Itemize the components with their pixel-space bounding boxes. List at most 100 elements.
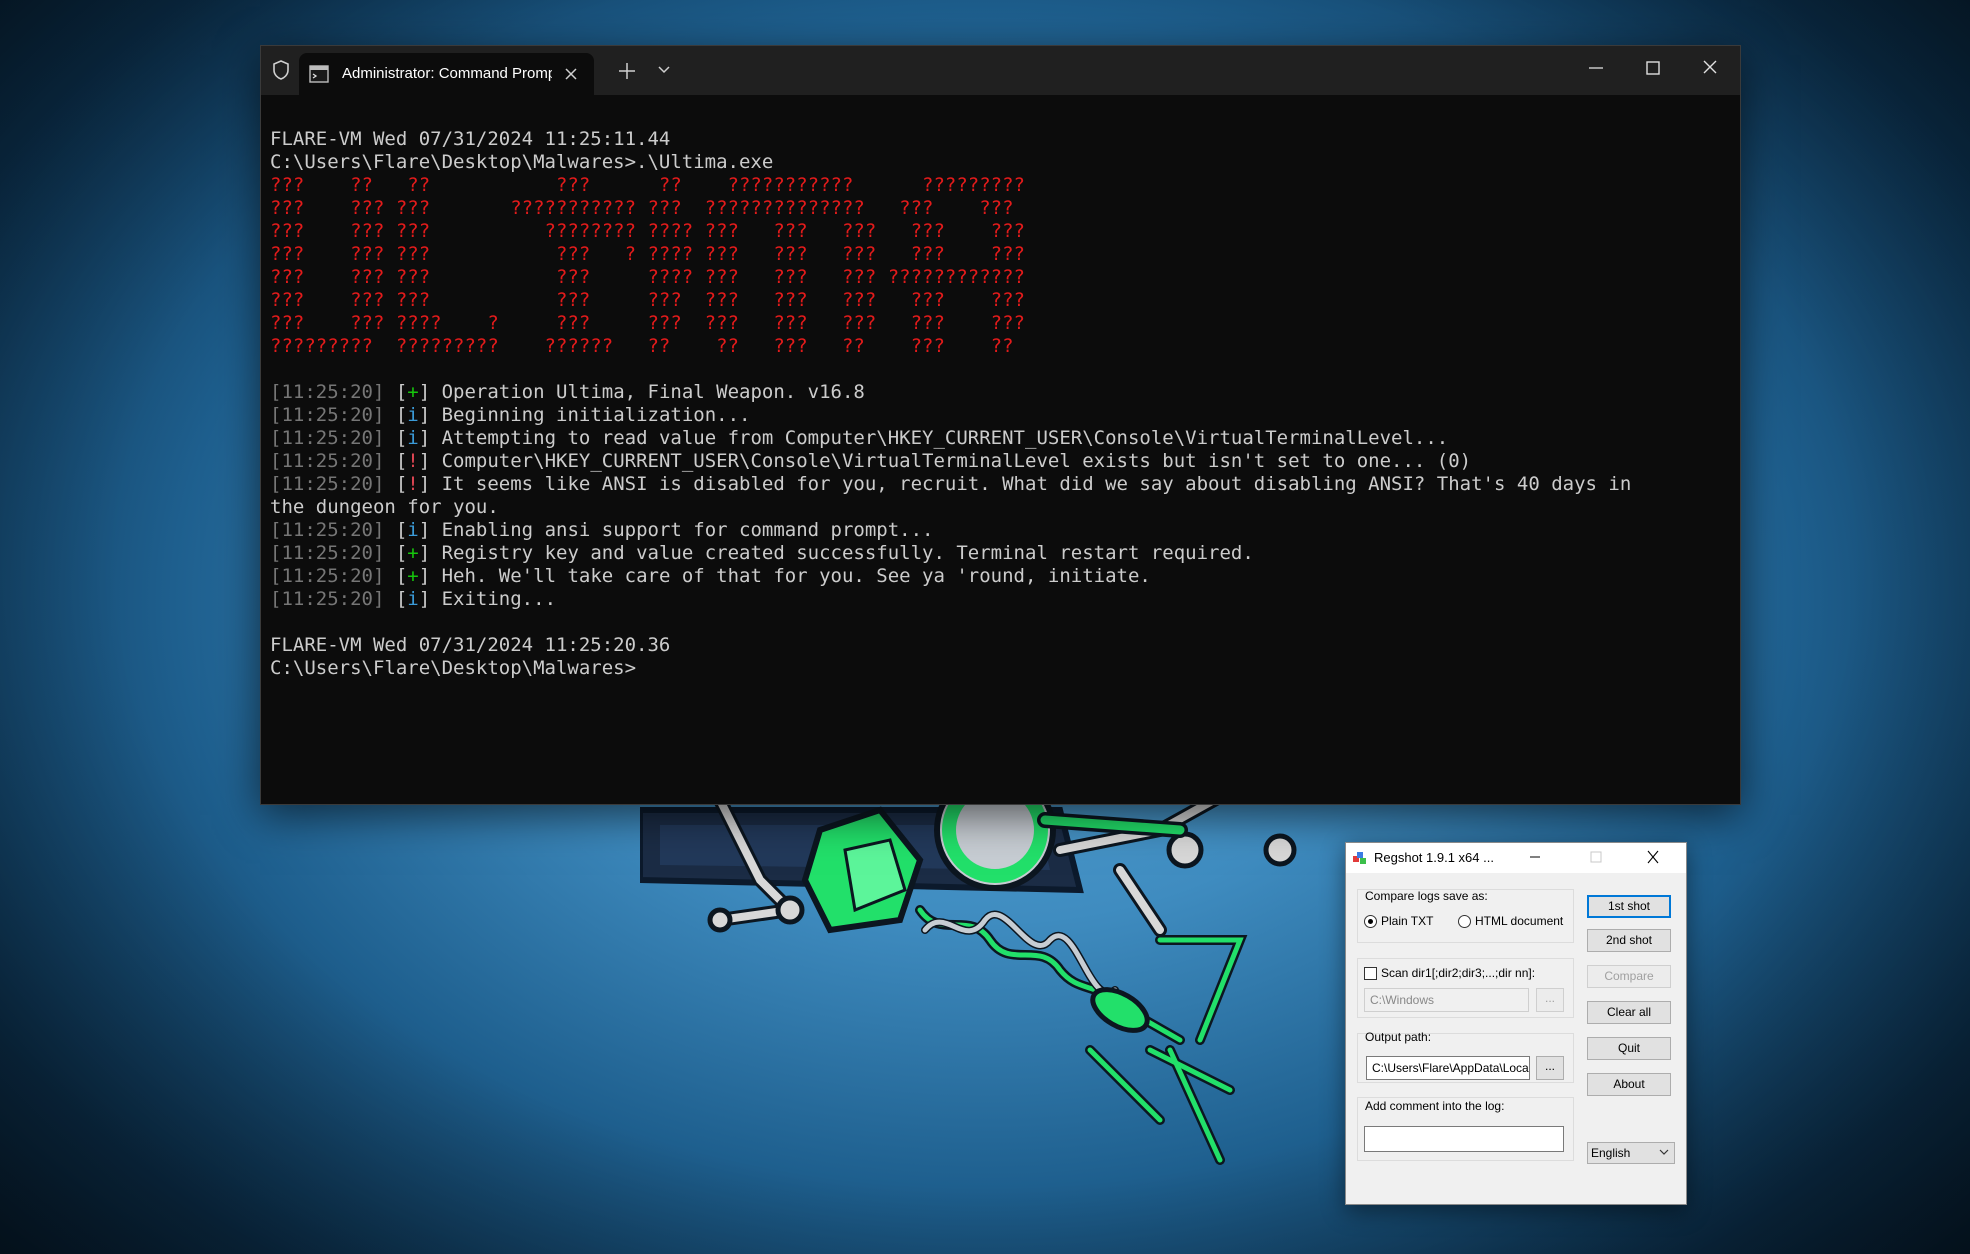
log-timestamp: [11:25:20] [270, 450, 385, 472]
log-tag: i [407, 519, 419, 541]
second-shot-button[interactable]: 2nd shot [1587, 929, 1671, 952]
log-tag: i [407, 588, 419, 610]
terminal-text: [ [384, 519, 408, 541]
close-tab-icon[interactable] [563, 66, 579, 82]
compare-button[interactable]: Compare [1587, 965, 1671, 988]
log-tag: + [407, 565, 419, 587]
terminal-line: [11:25:20] [i] Enabling ansi support for… [270, 519, 1732, 542]
terminal-line: [11:25:20] [i] Beginning initialization.… [270, 404, 1732, 427]
terminal-text: [ [384, 588, 408, 610]
chevron-down-icon [1659, 1149, 1669, 1155]
terminal-text: ] Computer\HKEY_CURRENT_USER\Console\Vir… [418, 450, 1472, 472]
about-button[interactable]: About [1587, 1073, 1671, 1096]
terminal-line: [11:25:20] [+] Operation Ultima, Final W… [270, 381, 1732, 404]
terminal-line: ??? ??? ??? ???????? ???? ??? ??? ??? ??… [270, 220, 1732, 243]
terminal-text: [ [384, 427, 408, 449]
terminal-window[interactable]: Administrator: Command Prompt FLARE-VM W… [260, 45, 1741, 805]
scan-dirs-input[interactable]: C:\Windows [1364, 988, 1529, 1012]
terminal-text: C:\Users\Flare\Desktop\Malwares> [270, 657, 637, 679]
ascii-art-segment: ??? ??? ??? ??????????? ??? ????????????… [270, 197, 1014, 219]
maximize-icon[interactable] [1644, 58, 1662, 78]
output-path-input[interactable]: C:\Users\Flare\AppData\Local\Temp [1366, 1056, 1530, 1080]
log-tag: i [407, 404, 419, 426]
terminal-line: [11:25:20] [i] Exiting... [270, 588, 1732, 611]
comment-input[interactable] [1364, 1126, 1564, 1152]
shield-icon [273, 60, 289, 80]
ascii-art-segment: ??? ??? ??? ??? ??? ??? ??? ??? ??? ??? [270, 289, 1025, 311]
terminal-line: ??? ??? ??? ??????????? ??? ????????????… [270, 197, 1732, 220]
first-shot-button[interactable]: 1st shot [1587, 895, 1671, 918]
chevron-down-icon[interactable] [657, 64, 671, 76]
log-timestamp: [11:25:20] [270, 404, 385, 426]
terminal-text: ] Registry key and value created success… [418, 542, 1254, 564]
terminal-text: ] Exiting... [418, 588, 557, 610]
terminal-line: C:\Users\Flare\Desktop\Malwares> [270, 657, 1732, 680]
ascii-art-segment: ??? ??? ??? ???????? ???? ??? ??? ??? ??… [270, 220, 1025, 242]
radio-html-document[interactable] [1458, 915, 1471, 928]
terminal-text: ] Enabling ansi support for command prom… [418, 519, 934, 541]
output-path-label: Output path: [1365, 1030, 1432, 1044]
compare-logs-label: Compare logs save as: [1365, 889, 1488, 903]
ascii-art-segment: ??? ??? ??? ??? ???? ??? ??? ??? ???????… [270, 266, 1025, 288]
close-icon[interactable] [1646, 849, 1660, 865]
terminal-text: [ [384, 404, 408, 426]
terminal-text: FLARE-VM Wed 07/31/2024 11:25:20.36 [270, 634, 671, 656]
terminal-text: ] Beginning initialization... [418, 404, 751, 426]
terminal-text: ] Operation Ultima, Final Weapon. v16.8 [418, 381, 865, 403]
new-tab-icon[interactable] [617, 61, 637, 81]
minimize-icon[interactable] [1528, 849, 1542, 865]
radio-plain-txt[interactable] [1364, 915, 1377, 928]
ascii-art-segment: ??? ??? ??? ??? ? ???? ??? ??? ??? ??? ?… [270, 243, 1025, 265]
terminal-text: ] Attempting to read value from Computer… [418, 427, 1449, 449]
clear-all-button[interactable]: Clear all [1587, 1001, 1671, 1024]
terminal-line: ??? ??? ???? ? ??? ??? ??? ??? ??? ??? ?… [270, 312, 1732, 335]
log-timestamp: [11:25:20] [270, 519, 385, 541]
terminal-text: C:\Users\Flare\Desktop\Malwares>.\Ultima… [270, 151, 774, 173]
terminal-line: [11:25:20] [!] Computer\HKEY_CURRENT_USE… [270, 450, 1732, 473]
quit-button[interactable]: Quit [1587, 1037, 1671, 1060]
log-tag: ! [407, 473, 419, 495]
language-value: English [1591, 1146, 1631, 1160]
log-timestamp: [11:25:20] [270, 473, 385, 495]
minimize-icon[interactable] [1587, 58, 1605, 78]
terminal-line: FLARE-VM Wed 07/31/2024 11:25:11.44 [270, 128, 1732, 151]
terminal-text: [ [384, 473, 408, 495]
terminal-line: ????????? ????????? ?????? ?? ?? ??? ?? … [270, 335, 1732, 358]
output-path-browse-button[interactable]: ... [1536, 1056, 1564, 1080]
terminal-text: the dungeon for you. [270, 496, 499, 518]
wallpaper-mascot [640, 790, 1297, 1165]
ascii-art-segment: ??? ?? ?? ??? ?? ??????????? ????????? [270, 174, 1025, 196]
terminal-output[interactable]: FLARE-VM Wed 07/31/2024 11:25:11.44 C:\Us… [270, 128, 1732, 794]
close-icon[interactable] [1701, 58, 1719, 78]
language-select[interactable]: English [1587, 1142, 1675, 1164]
regshot-app-icon [1353, 852, 1366, 864]
terminal-line: ??? ??? ??? ??? ??? ??? ??? ??? ??? ??? [270, 289, 1732, 312]
terminal-line: [11:25:20] [!] It seems like ANSI is dis… [270, 473, 1732, 496]
terminal-text: [ [384, 381, 408, 403]
terminal-text: FLARE-VM Wed 07/31/2024 11:25:11.44 [270, 128, 671, 150]
terminal-line: [11:25:20] [+] Registry key and value cr… [270, 542, 1732, 565]
terminal-titlebar[interactable]: Administrator: Command Prompt [261, 46, 1740, 95]
ascii-art-segment: ????????? ????????? ?????? ?? ?? ??? ?? … [270, 335, 1014, 357]
regshot-window[interactable]: Regshot 1.9.1 x64 ... Compare logs save … [1345, 842, 1687, 1205]
terminal-line: FLARE-VM Wed 07/31/2024 11:25:20.36 [270, 634, 1732, 657]
ascii-art-segment: ??? ??? ???? ? ??? ??? ??? ??? ??? ??? ?… [270, 312, 1025, 334]
scan-dirs-label[interactable]: Scan dir1[;dir2;dir3;...;dir nn]: [1381, 966, 1535, 980]
log-timestamp: [11:25:20] [270, 427, 385, 449]
terminal-text: [ [384, 565, 408, 587]
terminal-line: the dungeon for you. [270, 496, 1732, 519]
scan-dirs-checkbox[interactable] [1364, 967, 1377, 980]
tab-command-prompt[interactable]: Administrator: Command Prompt [299, 53, 594, 95]
radio-html-document-label[interactable]: HTML document [1475, 914, 1563, 928]
radio-plain-txt-label[interactable]: Plain TXT [1381, 914, 1433, 928]
regshot-titlebar[interactable]: Regshot 1.9.1 x64 ... [1346, 843, 1686, 873]
scan-dirs-browse-button[interactable]: ... [1536, 988, 1564, 1012]
terminal-line: ??? ?? ?? ??? ?? ??????????? ????????? [270, 174, 1732, 197]
log-tag: ! [407, 450, 419, 472]
comment-label: Add comment into the log: [1365, 1099, 1505, 1113]
log-timestamp: [11:25:20] [270, 565, 385, 587]
terminal-line: [11:25:20] [i] Attempting to read value … [270, 427, 1732, 450]
log-timestamp: [11:25:20] [270, 588, 385, 610]
log-timestamp: [11:25:20] [270, 542, 385, 564]
